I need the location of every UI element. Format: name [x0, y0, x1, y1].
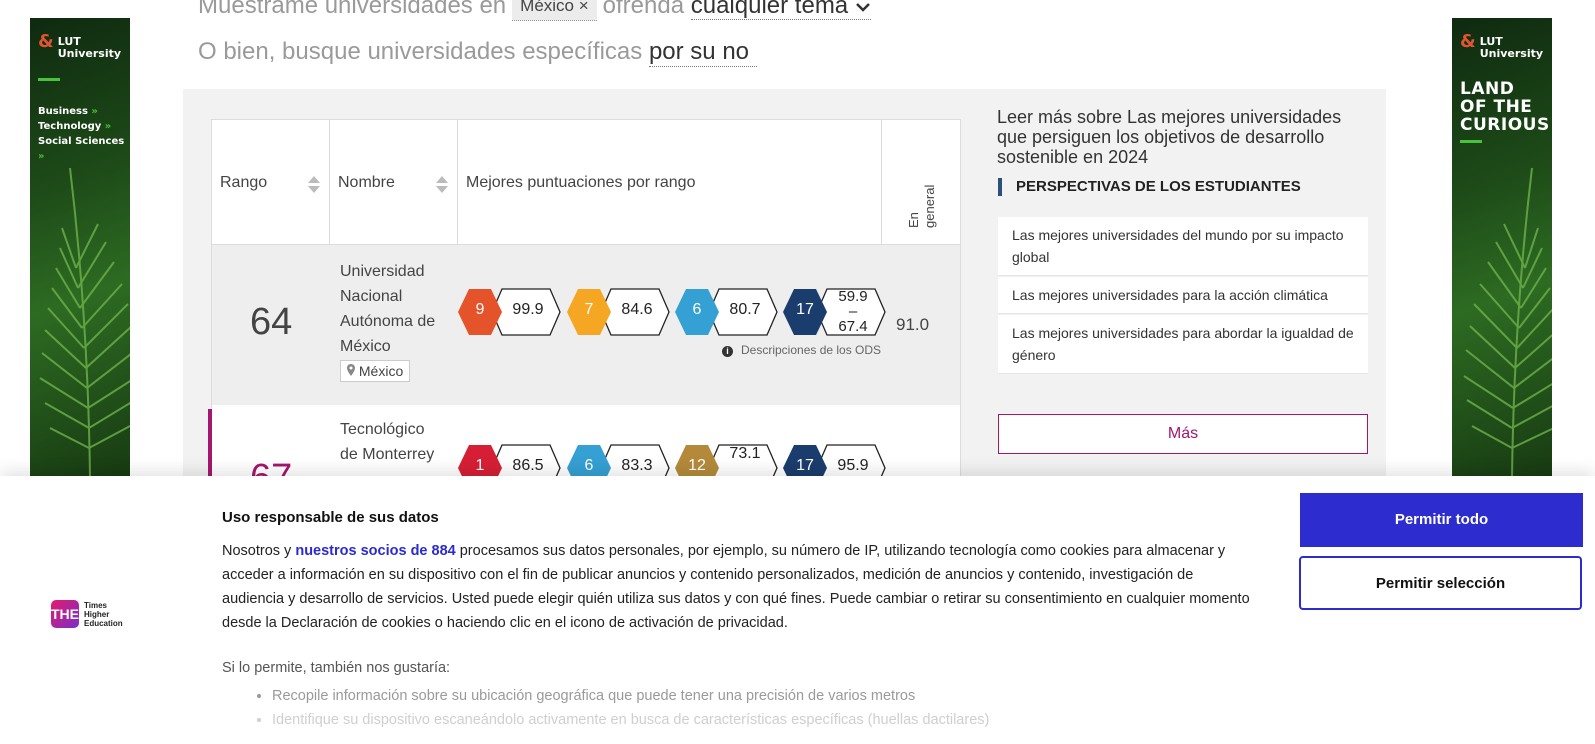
info-icon: i [722, 346, 733, 357]
table-row[interactable]: 64 Universidad Nacional Autónoma de Méxi… [212, 245, 960, 405]
header-scores: Mejores puntuaciones por rango [458, 120, 882, 244]
more-button[interactable]: Más [998, 414, 1368, 454]
consent-text: Nosotros y nuestros socios de 884 proces… [222, 543, 1250, 631]
sidebar-list: Las mejores universidades del mundo por … [998, 217, 1368, 375]
sdg-score[interactable]: 9 99.9 [458, 287, 562, 337]
consent-also-text: Si lo permite, también nos gustaría: [222, 660, 451, 676]
sdg-score[interactable]: 6 80.7 [675, 287, 779, 337]
partners-link[interactable]: nuestros socios de 884 [295, 543, 455, 559]
sdg-score[interactable]: 7 84.6 [567, 287, 671, 337]
lut-logo: & LUT University [1460, 31, 1544, 60]
university-name-input[interactable]: por su no [648, 38, 757, 67]
ad-tagline: LAND OF THE CURIOUS [1460, 79, 1550, 135]
sidebar-title: Leer más sobre Las mejores universidades… [997, 107, 1342, 167]
sidebar-link[interactable]: Las mejores universidades para la acción… [998, 277, 1368, 314]
country-chip[interactable]: México × [512, 0, 597, 21]
ad-banner-left[interactable]: & LUT University Business » Technology » S… [30, 18, 130, 478]
fern-image [1463, 167, 1552, 478]
rank-value: 64 [250, 301, 293, 343]
allow-selection-button[interactable]: Permitir selección [1299, 556, 1582, 610]
location-badge: México [340, 360, 411, 382]
list-item: Recopile información sobre su ubicación … [272, 684, 1114, 708]
map-pin-icon [347, 364, 355, 376]
header-rank[interactable]: Rango [212, 120, 330, 244]
consent-title: Uso responsable de sus datos [222, 509, 439, 526]
list-item: Identifique su dispositivo escaneándolo … [272, 708, 1114, 732]
cookie-consent-banner: THETimes Higher Education Uso responsable … [0, 476, 1595, 744]
ad-banner-right[interactable]: & LUT University LAND OF THE CURIOUS [1452, 18, 1552, 478]
green-bar [38, 78, 60, 81]
ods-descriptions-link[interactable]: i Descripciones de los ODS [722, 343, 881, 357]
chevron-down-icon [855, 3, 870, 12]
header-overall[interactable]: En general [882, 120, 960, 244]
rankings-table: Rango Nombre Mejores puntuaciones por ra… [211, 119, 961, 501]
university-name[interactable]: Universidad Nacional Autónoma de México … [340, 259, 435, 384]
header-name[interactable]: Nombre [330, 120, 458, 244]
fern-image [39, 167, 130, 478]
consent-purposes-list: Recopile información sobre su ubicación … [254, 684, 1114, 732]
sidebar-link[interactable]: Las mejores universidades del mundo por … [998, 217, 1368, 276]
allow-all-button[interactable]: Permitir todo [1300, 493, 1583, 547]
sidebar-section-heading: PERSPECTIVAS DE LOS ESTUDIANTES [998, 178, 1301, 196]
sdg-score[interactable]: 17 59.9–67.4 [783, 287, 887, 337]
topic-dropdown[interactable]: cualquier tema [690, 0, 871, 20]
sidebar-link[interactable]: Las mejores universidades para abordar l… [998, 315, 1368, 374]
green-bar [1460, 140, 1482, 143]
overall-score: 91.0 [896, 315, 930, 334]
lut-logo: & LUT University [38, 31, 122, 60]
search-sentence: Muéstrame universidades en México × ofrend… [198, 0, 871, 21]
search-name-sentence: O bien, busque universidades específicas… [198, 38, 757, 67]
university-name[interactable]: Tecnológico de Monterrey [340, 417, 434, 467]
the-logo: THETimes Higher Education [51, 600, 123, 628]
ad-links: Business » Technology » Social Sciences … [38, 106, 125, 162]
